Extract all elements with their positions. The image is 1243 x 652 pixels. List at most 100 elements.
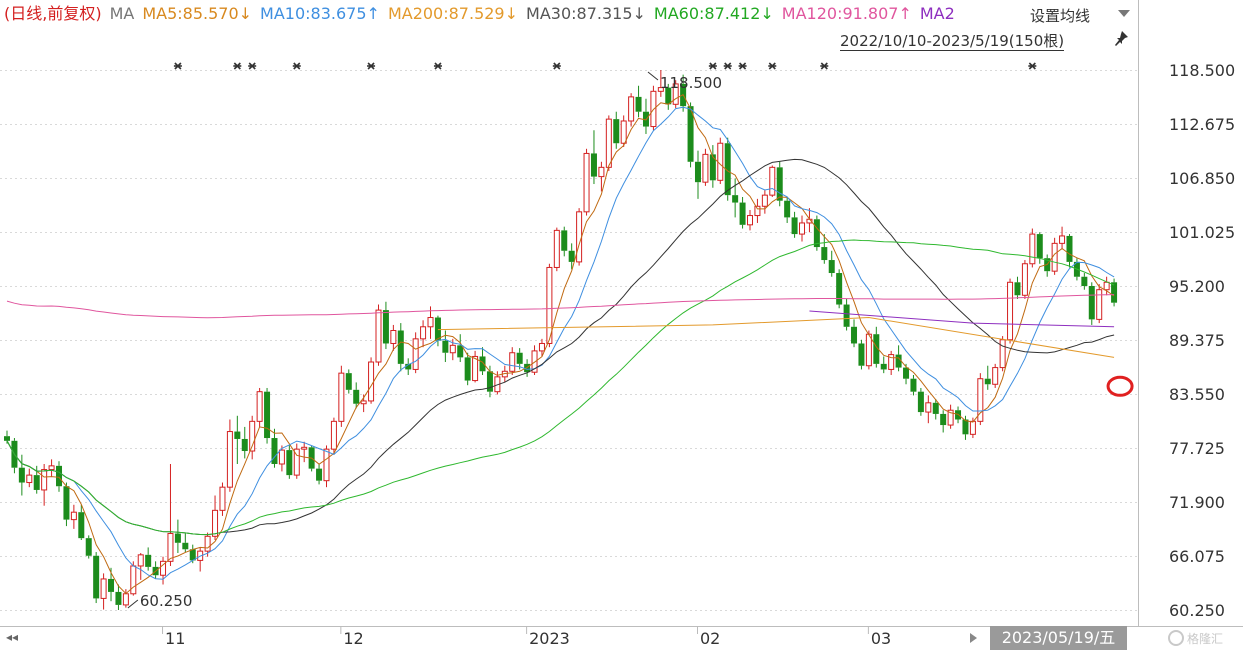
- candle: [992, 363, 999, 388]
- y-tick-label: 89.375: [1169, 331, 1225, 350]
- candle: [226, 419, 233, 492]
- candle: [197, 547, 204, 572]
- event-marker-icon: [552, 62, 561, 70]
- y-tick-label: 95.200: [1169, 277, 1225, 296]
- svg-text:60.250: 60.250: [140, 592, 193, 610]
- watermark: 格隆汇: [1168, 630, 1223, 647]
- candle: [137, 552, 144, 580]
- y-tick-label: 66.075: [1169, 547, 1225, 566]
- candle: [583, 148, 590, 216]
- y-tick-label: 77.725: [1169, 439, 1225, 458]
- candle: [93, 552, 100, 604]
- x-tick-label: 11: [165, 629, 185, 648]
- candle: [613, 111, 620, 149]
- candle: [241, 426, 248, 459]
- event-marker-icon: [433, 62, 442, 70]
- watermark-logo-icon: [1168, 630, 1184, 646]
- candle: [828, 250, 835, 277]
- ma-extra-line: [809, 310, 1115, 328]
- candle: [1029, 228, 1036, 268]
- date-range-label: 2022/10/10-2023/5/19(150根): [840, 32, 1065, 51]
- watermark-text: 格隆汇: [1187, 632, 1224, 646]
- candle: [925, 395, 932, 424]
- candle: [687, 102, 694, 168]
- candle: [984, 365, 991, 390]
- candle: [397, 323, 404, 372]
- event-marker-icon: [708, 62, 717, 70]
- event-marker-icon: [173, 62, 182, 70]
- candle: [338, 365, 345, 427]
- event-marker-icon: [248, 62, 257, 70]
- event-marker-icon: [233, 62, 242, 70]
- scroll-left-icon[interactable]: ◂◂: [6, 630, 18, 644]
- event-marker-icon: [820, 62, 829, 70]
- candle: [917, 387, 924, 416]
- candle: [316, 463, 323, 485]
- candle: [1059, 226, 1066, 249]
- y-tick-label: 101.025: [1169, 223, 1235, 242]
- candle: [271, 428, 278, 468]
- legend-ma-label: MA: [109, 4, 135, 23]
- candle: [234, 415, 241, 464]
- y-tick-label: 71.900: [1169, 493, 1225, 512]
- candle: [717, 137, 724, 185]
- selected-date-badge: 2023/05/19/五: [990, 626, 1127, 650]
- candle: [791, 211, 798, 238]
- legend-ma-more: MA2: [919, 4, 955, 23]
- candle: [11, 438, 18, 474]
- candle: [761, 189, 768, 214]
- y-tick-label: 106.850: [1169, 169, 1235, 188]
- candle: [145, 547, 152, 571]
- candle: [420, 320, 427, 348]
- candle: [48, 459, 55, 477]
- candle: [56, 461, 63, 492]
- extreme-price-annotation: 60.250: [127, 592, 193, 610]
- candle: [747, 209, 753, 231]
- candle: [1096, 284, 1103, 324]
- x-tick-label: 02: [700, 629, 720, 648]
- highlight-circle: [1106, 375, 1134, 397]
- y-axis: 118.500 112.675 106.850 101.025 95.200 89.375…: [1169, 61, 1235, 620]
- candle: [264, 387, 271, 444]
- candle: [368, 357, 375, 404]
- candle: [345, 369, 352, 394]
- candle: [174, 519, 181, 553]
- candle: [1021, 260, 1028, 299]
- candle: [85, 535, 92, 559]
- ma60-line: [6, 239, 1115, 536]
- legend-ma30: MA30:87.315↓: [526, 4, 646, 23]
- x-tick-label: 03: [871, 629, 891, 648]
- candle: [160, 556, 167, 585]
- candle: [568, 243, 575, 270]
- ma120-line: [6, 294, 1115, 319]
- candle: [784, 197, 791, 223]
- pin-icon[interactable]: [1113, 30, 1129, 46]
- candle: [286, 445, 293, 479]
- candle: [472, 350, 479, 383]
- ma30-line: [6, 158, 1115, 536]
- grid-lines: [0, 0, 1243, 627]
- candle: [813, 215, 820, 251]
- candle: [754, 198, 761, 223]
- ma-settings-button[interactable]: 设置均线: [1030, 5, 1130, 26]
- candle: [1088, 282, 1095, 325]
- candle: [776, 161, 783, 207]
- candle: [769, 165, 776, 198]
- moving-average-lines: [6, 94, 1115, 595]
- scroll-right-icon[interactable]: [970, 633, 977, 643]
- candle: [486, 365, 493, 398]
- candle: [739, 197, 746, 229]
- candle: [576, 208, 583, 266]
- candle: [947, 404, 954, 429]
- y-tick-label: 60.250: [1169, 601, 1225, 620]
- candle: [1081, 273, 1088, 290]
- candle: [858, 339, 865, 370]
- candle: [26, 468, 33, 488]
- candle: [301, 441, 308, 463]
- legend-ma200: MA200:87.529↓: [387, 4, 519, 23]
- extreme-price-annotation: 118.500: [647, 71, 722, 92]
- candle: [412, 332, 419, 374]
- candle: [635, 85, 642, 118]
- candle: [1007, 278, 1014, 344]
- y-tick-label: 83.550: [1169, 385, 1225, 404]
